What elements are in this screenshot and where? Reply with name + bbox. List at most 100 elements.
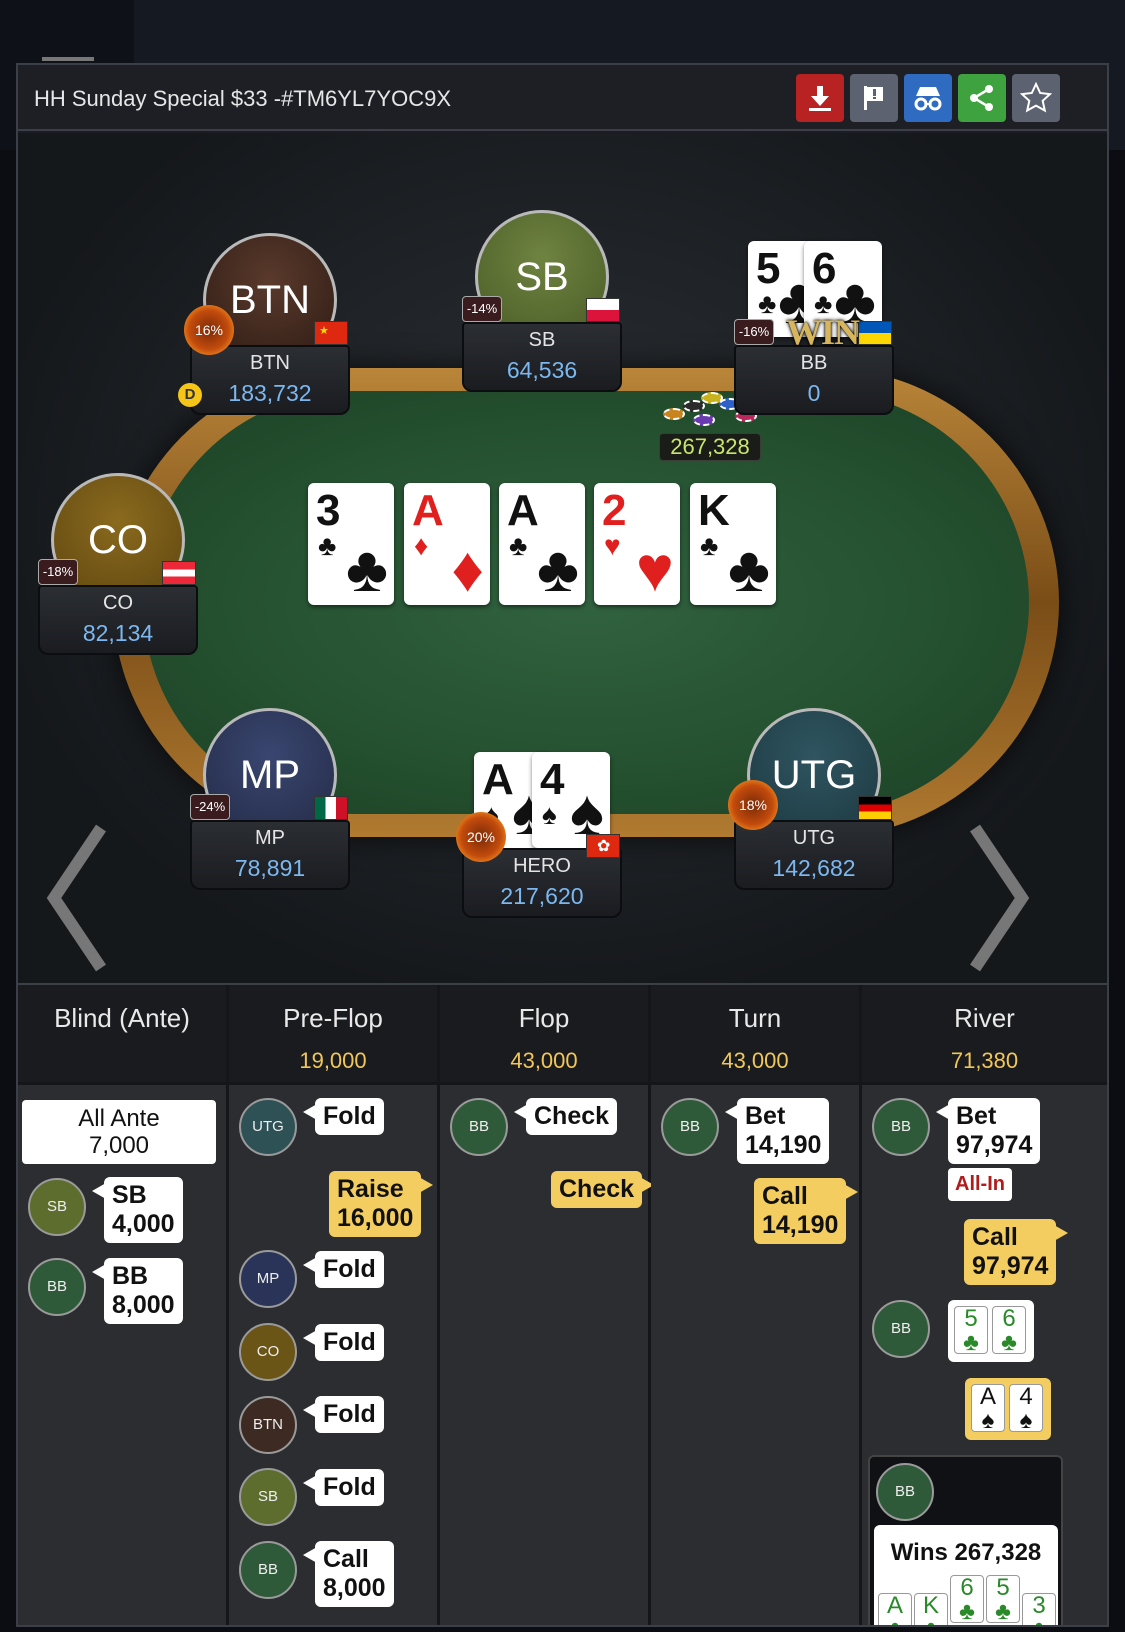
co-flag-icon [162, 561, 196, 585]
blind-sb-bubble: SB 4,000 [92, 1177, 183, 1243]
bb-show-card-1: 5 ♣ [954, 1306, 988, 1355]
btn-stack: 183,732 [228, 380, 312, 406]
incognito-icon [914, 87, 942, 111]
report-button[interactable] [850, 74, 898, 122]
mp-name: MP [255, 827, 285, 849]
river-bb-bet: Bet 97,974 [935, 1098, 1041, 1164]
mp-flag-icon [314, 796, 348, 820]
winner-box: Wins 267,328 A♣ K♣ 6♣ 5♣ 3♣ [874, 1525, 1058, 1625]
seat-co[interactable]: CO CO 82,134 -18% [38, 473, 198, 655]
flop-bb-check: Check [513, 1098, 618, 1135]
utg-name: UTG [792, 827, 836, 849]
seat-btn[interactable]: BTN BTN 183,732 16% ★ [184, 233, 350, 415]
co-chip: CO [239, 1323, 297, 1381]
preflop-utg-fold: Fold [303, 1098, 384, 1135]
btn-nameplate: BTN 183,732 [190, 345, 350, 415]
street-blind: Blind (Ante) All Ante 7,000 SB SB 4,000 BB… [18, 985, 229, 1625]
bb-chip-show: BB [872, 1300, 930, 1358]
bb-chip-flop: BB [450, 1098, 508, 1156]
board-card-2: A ♦ ♦ [404, 483, 490, 605]
board-card-1: 3 ♣ ♣ [308, 483, 394, 605]
next-arrow-icon[interactable] [970, 823, 1030, 973]
preflop-hero-raise: Raise 16,000 [329, 1171, 435, 1237]
flop-hero-check: Check [551, 1171, 655, 1208]
dealer-button: D [178, 383, 202, 407]
report-flag-icon [864, 86, 883, 110]
favorite-button[interactable] [1012, 74, 1060, 122]
share-icon [970, 85, 993, 111]
sb-nameplate: SB 64,536 [462, 322, 622, 392]
bb-nameplate: BB 0 [734, 345, 894, 415]
bb-show-card-2: 6 ♣ [992, 1306, 1026, 1355]
co-nameplate: CO 82,134 [38, 585, 198, 655]
hero-heat-badge: 20% [456, 812, 506, 862]
ante-box: All Ante 7,000 [22, 1100, 216, 1164]
pot-amount: 267,328 [659, 433, 761, 461]
allin-badge: All-In [948, 1168, 1012, 1201]
win-card-4: 5 ♣ [986, 1575, 1020, 1624]
street-preflop-header: Pre-Flop 19,000 [229, 985, 437, 1085]
board-card-4: 2 ♥ ♥ [594, 483, 680, 605]
preflop-bb-call: Call 8,000 [303, 1541, 394, 1607]
sb-stack: 64,536 [506, 357, 578, 383]
win-card-5: 3♣ [1022, 1593, 1056, 1625]
seat-mp[interactable]: MP MP 78,891 -24% [190, 708, 350, 890]
mp-percent-badge: -24% [190, 794, 230, 820]
share-button[interactable] [958, 74, 1006, 122]
sb-name: SB [528, 329, 556, 351]
turn-bb-bet: Bet 14,190 [724, 1098, 830, 1164]
bb-chip-winner: BB [876, 1463, 934, 1521]
bb-flag-icon [858, 321, 892, 345]
bb-chip-turn: BB [661, 1098, 719, 1156]
btn-flag-icon: ★ [314, 321, 348, 345]
turn-hero-call: Call 14,190 [754, 1178, 860, 1244]
sb-chip-preflop: SB [239, 1468, 297, 1526]
street-preflop: Pre-Flop 19,000 UTG Fold Raise 16,000 MP F… [229, 985, 440, 1625]
board-card-5: K ♣ ♣ [690, 483, 776, 605]
hero-showdown-cards: A ♠ 4 ♠ [965, 1378, 1051, 1440]
wins-amount: Wins 267,328 [890, 1539, 1042, 1566]
street-flop: Flop 43,000 BB Check Check [440, 985, 655, 1625]
utg-stack: 142,682 [772, 855, 856, 881]
bb-chip: BB [28, 1258, 86, 1316]
previous-arrow-icon[interactable] [46, 823, 106, 973]
bb-showdown-cards: 5 ♣ 6 ♣ [948, 1300, 1034, 1362]
hero-flag-icon: ✿ [586, 834, 620, 858]
utg-nameplate: UTG 142,682 [734, 820, 894, 890]
street-river-header: River 71,380 [862, 985, 1107, 1085]
preflop-sb-fold: Fold [303, 1469, 384, 1506]
co-stack: 82,134 [82, 620, 154, 646]
win-card-1: A♣ [878, 1593, 912, 1625]
btn-name: BTN [250, 352, 290, 374]
preflop-co-fold: Fold [303, 1324, 384, 1361]
seat-utg[interactable]: UTG UTG 142,682 18% [728, 708, 894, 890]
street-river: River 71,380 BB Bet 97,974 All-In Call 97,9… [862, 985, 1107, 1625]
utg-flag-icon [858, 796, 892, 820]
co-percent-badge: -18% [38, 559, 78, 585]
street-blind-header: Blind (Ante) [18, 985, 226, 1085]
board-card-3: A ♣ ♣ [499, 483, 585, 605]
street-turn: Turn 43,000 BB Bet 14,190 Call 14,190 [651, 985, 862, 1625]
bb-name: BB [800, 352, 828, 374]
bb-chip-preflop: BB [239, 1541, 297, 1599]
co-name: CO [103, 592, 133, 614]
bb-percent-badge: -16% [734, 319, 774, 345]
river-hero-call: Call 97,974 [964, 1219, 1070, 1285]
incognito-button[interactable] [904, 74, 952, 122]
title-bar: HH Sunday Special $33 -#TM6YL7YOC9X [18, 65, 1107, 131]
hand-title: HH Sunday Special $33 -#TM6YL7YOC9X [34, 86, 451, 111]
seat-sb[interactable]: SB SB 64,536 -14% [462, 210, 622, 392]
win-card-2: K♣ [914, 1593, 948, 1625]
winner-panel: BB Wins 267,328 A♣ K♣ 6♣ 5♣ 3♣ [868, 1455, 1063, 1625]
preflop-mp-fold: Fold [303, 1251, 384, 1288]
star-icon [1020, 82, 1052, 113]
win-card-3: 6 ♣ [950, 1575, 984, 1624]
mp-nameplate: MP 78,891 [190, 820, 350, 890]
bb-chip-river: BB [872, 1098, 930, 1156]
seat-hero[interactable]: A♠♠ 4♠♠ HERO217,620 20% ✿ [456, 748, 622, 918]
download-button[interactable] [796, 74, 844, 122]
btn-heat-badge: 16% [184, 305, 234, 355]
street-turn-header: Turn 43,000 [651, 985, 859, 1085]
mp-stack: 78,891 [234, 855, 306, 881]
hand-history-modal: HH Sunday Special $33 -#TM6YL7YOC9X 267,… [16, 63, 1109, 1627]
